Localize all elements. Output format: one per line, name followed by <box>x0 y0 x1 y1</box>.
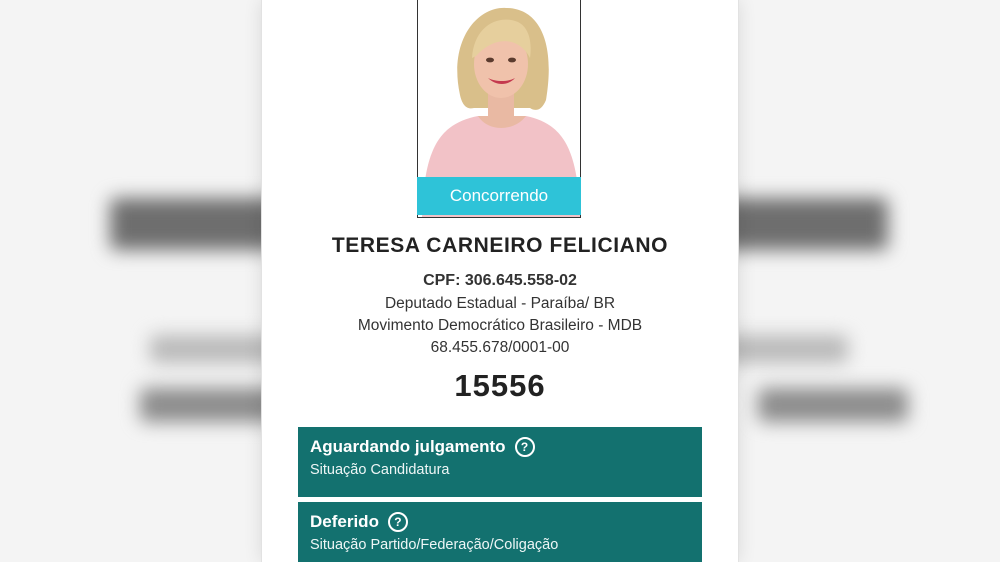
candidacy-situation-label: Situação Candidatura <box>310 462 450 478</box>
candidate-party: Movimento Democrático Brasileiro - MDB <box>357 317 643 334</box>
party-situation-label: Situação Partido/Federação/Coligação <box>310 537 559 553</box>
candidacy-situation-panel: Aguardando julgamento ? Situação Candida… <box>298 427 702 497</box>
question-circle-icon[interactable]: ? <box>387 512 408 532</box>
background-left-blur <box>0 0 262 562</box>
candidate-cpf: CPF: 306.645.558-02 <box>423 272 577 289</box>
candidacy-situation-title: Aguardando julgamento <box>310 437 506 456</box>
candidate-card: Concorrendo TERESA CARNEIRO FELICIANO CP… <box>262 0 738 562</box>
candidate-role: Deputado Estadual - Paraíba/ BR <box>384 295 616 312</box>
party-situation-title: Deferido <box>310 512 379 531</box>
candidate-name: TERESA CARNEIRO FELICIANO <box>331 234 669 257</box>
candidate-number: 15556 <box>454 368 546 403</box>
candidate-cnpj: 68.455.678/0001-00 <box>430 339 570 356</box>
status-badge: Concorrendo <box>417 177 581 215</box>
question-circle-icon[interactable]: ? <box>514 437 535 457</box>
party-situation-panel: Deferido ? Situação Partido/Federação/Co… <box>298 502 702 562</box>
background-right-blur <box>738 0 1000 562</box>
